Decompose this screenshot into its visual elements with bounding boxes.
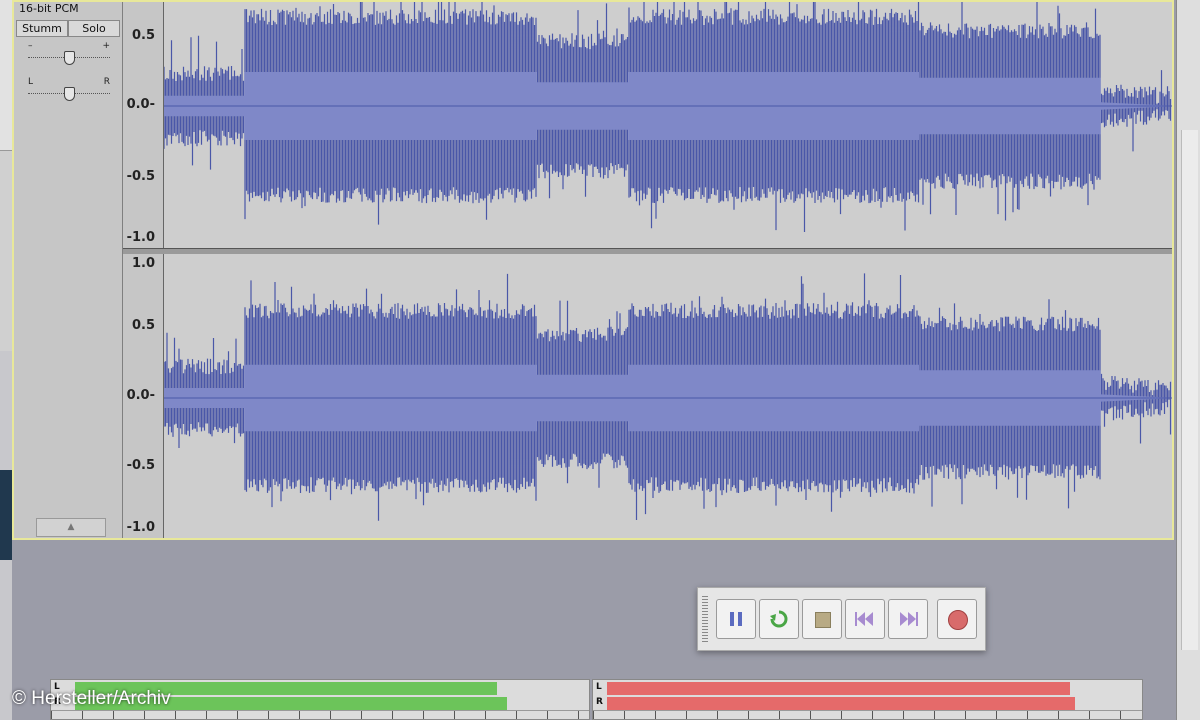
transport-toolbar [697, 587, 986, 651]
collapse-track-button[interactable]: ▲ [36, 518, 106, 537]
image-credit: © Hersteller/Archiv [12, 688, 171, 709]
record-level-left [607, 682, 1070, 695]
track-control-panel: 16-bit PCM Stumm Solo – + L R ▲ [14, 2, 123, 538]
skip-to-start-button[interactable] [845, 599, 885, 639]
mute-button[interactable]: Stumm [16, 20, 68, 37]
waveform-channel-bottom[interactable] [164, 254, 1172, 538]
pan-slider-thumb[interactable] [64, 87, 75, 101]
pan-left-label: L [28, 77, 34, 87]
record-icon [948, 610, 968, 630]
ruler-tick: -1.0 [126, 520, 155, 535]
loop-icon [770, 610, 788, 628]
toolbar-grip[interactable] [702, 596, 708, 642]
gain-minus-label: – [28, 41, 33, 51]
background-window-edge [0, 0, 12, 150]
ruler-tick: -0.5 [126, 169, 155, 184]
vertical-scrollbar[interactable] [1181, 130, 1198, 650]
record-level-right [607, 697, 1075, 710]
pan-slider[interactable]: L R [28, 77, 110, 104]
ruler-tick: 0.0- [126, 97, 155, 112]
ruler-tick: -0.5 [126, 458, 155, 473]
sample-format-label: 16-bit PCM [19, 2, 79, 15]
ruler-tick: 0.5 [131, 28, 155, 43]
ruler-tick: 0.5 [131, 318, 155, 333]
ruler-tick: -1.0 [126, 230, 155, 245]
stop-icon [815, 612, 831, 628]
waveform-top-svg [164, 2, 1172, 232]
playback-meter-scale [51, 710, 589, 719]
desktop-background [0, 470, 12, 560]
waveform-channel-top[interactable] [164, 2, 1172, 248]
loop-play-button[interactable] [759, 599, 799, 639]
amplitude-ruler-top: 0.5 0.0- -0.5 -1.0 [123, 2, 164, 248]
window-right-edge [1176, 0, 1200, 720]
amplitude-ruler-bottom: 1.0 0.5 0.0- -0.5 -1.0 [123, 254, 164, 538]
pan-right-label: R [103, 77, 110, 87]
solo-button[interactable]: Solo [68, 20, 120, 37]
record-meter-scale [593, 710, 1142, 719]
record-meter-right-label: R [596, 697, 603, 707]
gain-plus-label: + [102, 41, 110, 51]
gain-slider-thumb[interactable] [64, 51, 75, 65]
mute-solo-row: Stumm Solo [16, 20, 120, 37]
desktop-left-edge [0, 0, 12, 720]
skip-to-end-button[interactable] [888, 599, 928, 639]
record-button[interactable] [937, 599, 977, 639]
record-meter-left-label: L [596, 682, 602, 692]
pause-icon [729, 612, 743, 626]
waveform-bottom-svg [164, 273, 1172, 521]
record-meter[interactable]: L R [592, 679, 1143, 720]
skip-start-icon [855, 612, 873, 626]
background-window-edge [0, 150, 12, 351]
stop-button[interactable] [802, 599, 842, 639]
ruler-tick: 1.0 [131, 256, 155, 271]
pause-button[interactable] [716, 599, 756, 639]
gain-slider[interactable]: – + [28, 41, 110, 68]
audio-track[interactable]: 16-bit PCM Stumm Solo – + L R ▲ 0.5 0.0-… [12, 0, 1174, 540]
skip-end-icon [900, 612, 918, 626]
ruler-tick: 0.0- [126, 388, 155, 403]
